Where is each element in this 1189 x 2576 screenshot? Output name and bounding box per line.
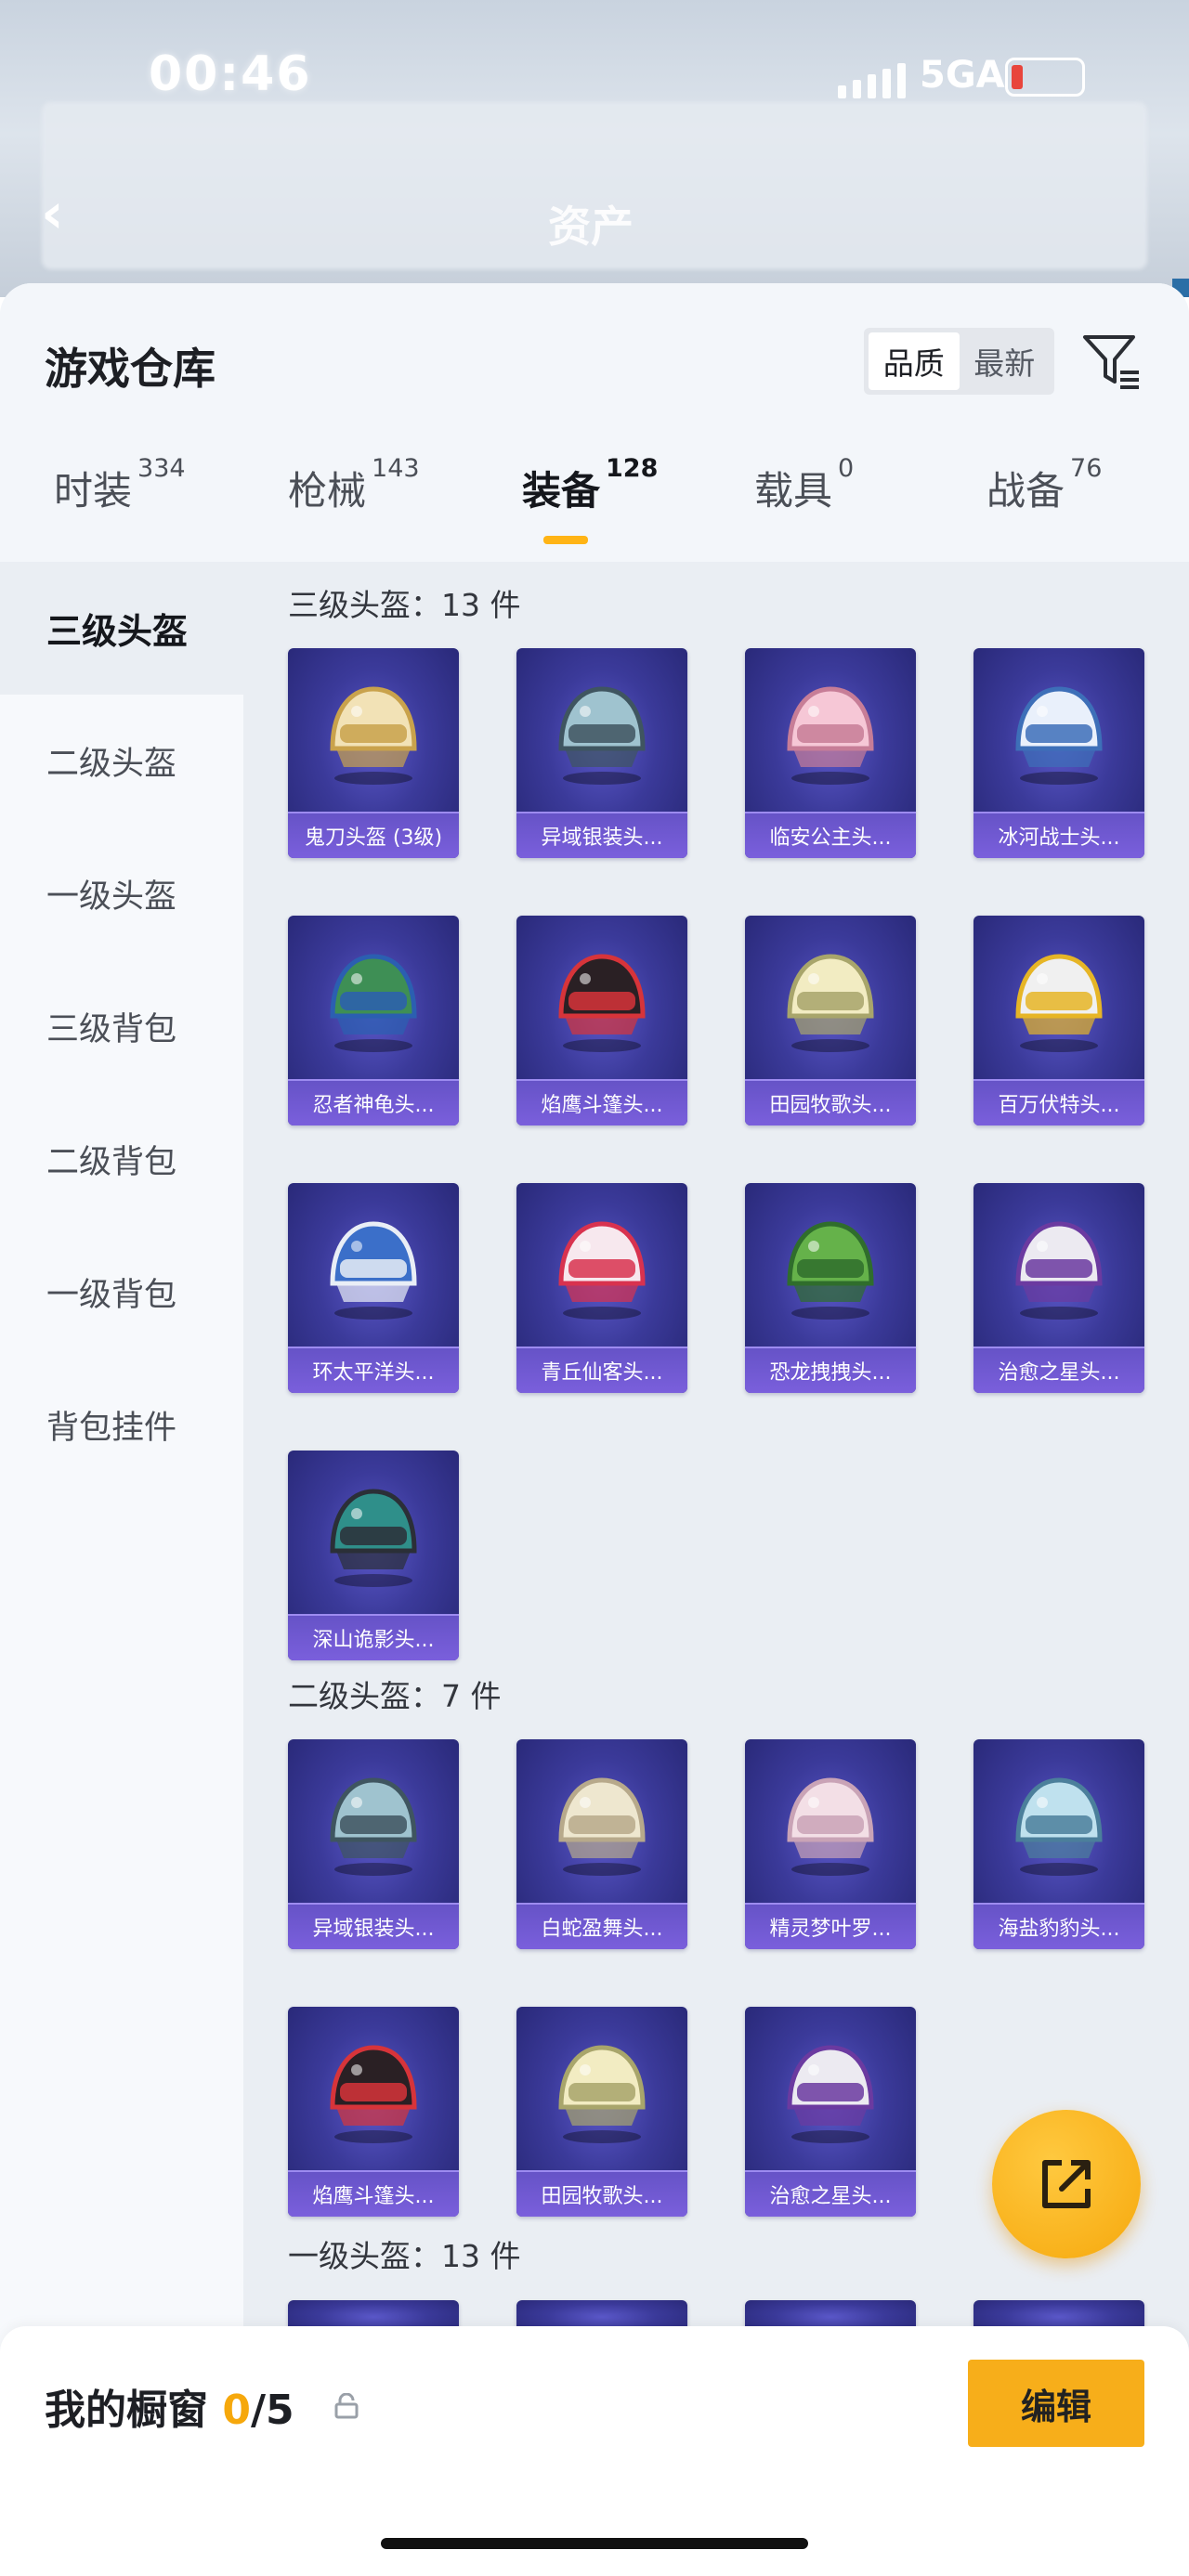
item-card[interactable]: 环太平洋头...: [288, 1183, 459, 1393]
item-card[interactable]: 焰鹰斗篷头...: [288, 2007, 459, 2217]
item-name: 百万伏特头...: [973, 1081, 1144, 1125]
item-card[interactable]: 焰鹰斗篷头...: [516, 916, 687, 1125]
item-card[interactable]: 鬼刀头盔 (3级): [288, 648, 459, 858]
helmet-red-black-icon: [330, 2045, 417, 2143]
item-card[interactable]: 异域银装头...: [288, 1739, 459, 1949]
tab-equipment[interactable]: 装备 128: [522, 454, 658, 516]
item-card[interactable]: 青丘仙客头...: [516, 1183, 687, 1393]
item-name: 焰鹰斗篷头...: [288, 2172, 459, 2217]
battery-icon: [1005, 58, 1085, 97]
sidebar-item-backpack-charm[interactable]: 背包挂件: [0, 1359, 243, 1491]
tab-supplies[interactable]: 战备 76: [986, 454, 1102, 516]
item-name: 田园牧歌头...: [745, 1081, 916, 1125]
item-card[interactable]: 海盐豹豹头...: [973, 1739, 1144, 1949]
item-name: 环太平洋头...: [288, 1348, 459, 1393]
sidebar-item-level3-helmet[interactable]: 三级头盔: [0, 562, 243, 695]
helmet-mecha-icon: [330, 1221, 417, 1320]
sort-toggle: 品质 最新: [864, 328, 1054, 395]
item-name: 临安公主头...: [745, 813, 916, 858]
item-name: 忍者神龟头...: [288, 1081, 459, 1125]
tab-guns[interactable]: 枪械 143: [288, 454, 420, 516]
item-card[interactable]: 深山诡影头...: [288, 1451, 459, 1660]
item-card[interactable]: 恐龙拽拽头...: [745, 1183, 916, 1393]
item-name: 鬼刀头盔 (3级): [288, 813, 459, 858]
sidebar-item-level1-backpack[interactable]: 一级背包: [0, 1226, 243, 1359]
item-name: 白蛇盈舞头...: [516, 1905, 687, 1949]
helmet-pink-lace-icon: [787, 1777, 874, 1876]
back-arrow-icon[interactable]: ‹: [41, 186, 85, 241]
helmet-white-purple-icon: [1015, 1221, 1103, 1320]
item-card[interactable]: 百万伏特头...: [973, 916, 1144, 1125]
helmet-cream-icon: [558, 1777, 646, 1876]
item-name: 异域银装头...: [288, 1905, 459, 1949]
sheet-header: 游戏仓库 品质 最新 时装 334 枪械 143 装备 128 载具 0 战备 76: [0, 283, 1189, 562]
helmet-yellow-icon: [1015, 954, 1103, 1052]
share-icon: [1042, 2160, 1091, 2208]
edit-button[interactable]: 编辑: [968, 2360, 1144, 2447]
helmet-frog-icon: [787, 1221, 874, 1320]
helmet-red-black-icon: [558, 954, 646, 1052]
filter-icon[interactable]: [1079, 330, 1144, 395]
sort-newest-button[interactable]: 最新: [960, 332, 1051, 390]
item-card[interactable]: 精灵梦叶罗...: [745, 1739, 916, 1949]
item-name: 恐龙拽拽头...: [745, 1348, 916, 1393]
section-heading-level3: 三级头盔：13 件: [288, 587, 521, 623]
sidebar-item-level3-backpack[interactable]: 三级背包: [0, 960, 243, 1093]
helmet-silver-icon: [558, 686, 646, 785]
item-card[interactable]: 忍者神龟头...: [288, 916, 459, 1125]
lock-icon: [334, 2393, 359, 2419]
helmet-flower-icon: [558, 2045, 646, 2143]
item-card[interactable]: 治愈之星头...: [973, 1183, 1144, 1393]
helmet-blue-white-icon: [1015, 686, 1103, 785]
item-grid: 三级头盔：13 件 二级头盔：7 件 一级头盔：13 件 鬼刀头盔 (3级) 异域…: [243, 562, 1189, 2576]
item-card[interactable]: 治愈之星头...: [745, 2007, 916, 2217]
item-card[interactable]: 田园牧歌头...: [516, 2007, 687, 2217]
showcase-label: 我的橱窗 0/5: [45, 2387, 294, 2434]
helmet-white-purple-icon: [787, 2045, 874, 2143]
helmet-lightblue-icon: [1015, 1777, 1103, 1876]
tab-fashion[interactable]: 时装 334: [54, 454, 186, 516]
warehouse-title: 游戏仓库: [45, 344, 216, 394]
item-name: 深山诡影头...: [288, 1616, 459, 1660]
item-name: 异域银装头...: [516, 813, 687, 858]
page-title: 资产: [548, 202, 634, 252]
subcategory-sidebar: 三级头盔 二级头盔 一级头盔 三级背包 二级背包 一级背包 背包挂件: [0, 562, 243, 2576]
share-button[interactable]: [992, 2110, 1141, 2258]
sort-quality-button[interactable]: 品质: [869, 332, 960, 390]
item-name: 海盐豹豹头...: [973, 1905, 1144, 1949]
sidebar-item-level2-helmet[interactable]: 二级头盔: [0, 695, 243, 827]
top-background: 00:46 5GA ‹ 资产: [0, 0, 1189, 297]
item-name: 精灵梦叶罗...: [745, 1905, 916, 1949]
item-card[interactable]: 田园牧歌头...: [745, 916, 916, 1125]
helmet-cat-icon: [558, 1221, 646, 1320]
item-card[interactable]: 白蛇盈舞头...: [516, 1739, 687, 1949]
item-name: 青丘仙客头...: [516, 1348, 687, 1393]
helmet-pink-icon: [787, 686, 874, 785]
category-tabs: 时装 334 枪械 143 装备 128 载具 0 战备 76: [0, 454, 1189, 553]
item-card[interactable]: 临安公主头...: [745, 648, 916, 858]
item-card[interactable]: 异域银装头...: [516, 648, 687, 858]
tab-vehicles[interactable]: 载具 0: [754, 454, 854, 516]
active-tab-indicator: [543, 536, 588, 544]
showcase-bar: 我的橱窗 0/5 编辑: [0, 2326, 1189, 2576]
item-name: 冰河战士头...: [973, 813, 1144, 858]
sidebar-item-level1-helmet[interactable]: 一级头盔: [0, 827, 243, 960]
item-name: 治愈之星头...: [973, 1348, 1144, 1393]
item-name: 焰鹰斗篷头...: [516, 1081, 687, 1125]
item-name: 田园牧歌头...: [516, 2172, 687, 2217]
section-heading-level2: 二级头盔：7 件: [288, 1678, 502, 1714]
sidebar-item-level2-backpack[interactable]: 二级背包: [0, 1093, 243, 1226]
signal-icon: [838, 63, 906, 98]
item-card[interactable]: 冰河战士头...: [973, 648, 1144, 858]
status-time: 00:46: [149, 46, 312, 102]
home-indicator: [381, 2538, 808, 2549]
helmet-flower-icon: [787, 954, 874, 1052]
network-label: 5GA: [920, 54, 1005, 97]
helmet-silver-icon: [330, 1777, 417, 1876]
item-name: 治愈之星头...: [745, 2172, 916, 2217]
helmet-gold-icon: [330, 686, 417, 785]
section-heading-level1: 一级头盔：13 件: [288, 2238, 521, 2274]
helmet-turtle-icon: [330, 954, 417, 1052]
helmet-goblin-icon: [330, 1489, 417, 1587]
